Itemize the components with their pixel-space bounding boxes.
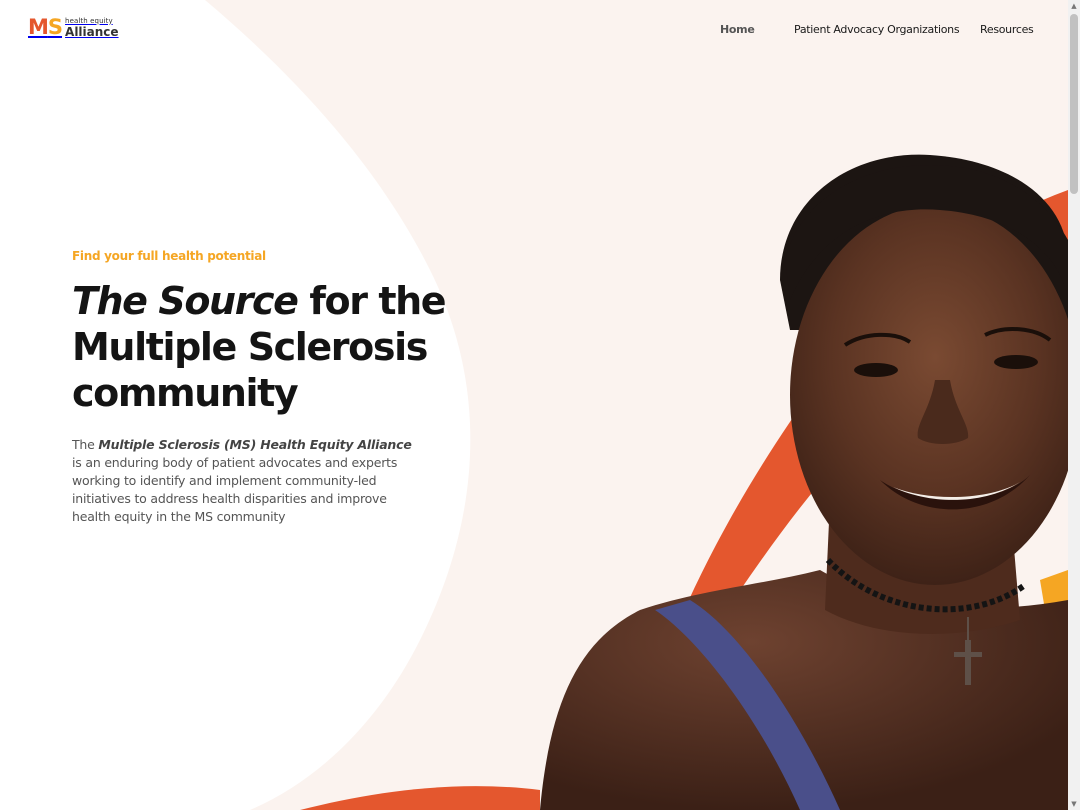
scroll-down-arrow-icon[interactable]: ▼ bbox=[1068, 798, 1080, 810]
nav-home-link[interactable]: Home bbox=[720, 23, 755, 36]
headline-line1-rest: for the bbox=[297, 279, 446, 323]
nav-patient-advocacy-link[interactable]: Patient Advocacy Organizations bbox=[794, 23, 960, 36]
main-nav: Home Patient Advocacy Organizations Reso… bbox=[0, 23, 1068, 39]
site-header: MS health equity Alliance Home Patient A… bbox=[0, 0, 1068, 60]
scroll-up-arrow-icon[interactable]: ▲ bbox=[1068, 0, 1080, 12]
nav-resources-link[interactable]: Resources bbox=[980, 23, 1034, 36]
hero-eyebrow: Find your full health potential bbox=[72, 249, 266, 263]
headline-line3: community bbox=[72, 371, 299, 415]
scrollbar-thumb[interactable] bbox=[1070, 14, 1078, 194]
hero-headline: The Source for the Multiple Sclerosis comm… bbox=[72, 278, 452, 416]
hero-description: The Multiple Sclerosis (MS) Health Equit… bbox=[72, 436, 422, 526]
headline-emphasis: The Source bbox=[72, 279, 299, 323]
page-scrollbar[interactable]: ▲ ▼ bbox=[1068, 0, 1080, 810]
description-rest: is an enduring body of patient advocates… bbox=[72, 455, 398, 524]
page: MS health equity Alliance Home Patient A… bbox=[0, 0, 1080, 810]
description-emphasis: Multiple Sclerosis (MS) Health Equity Al… bbox=[98, 437, 412, 452]
headline-line2: Multiple Sclerosis bbox=[72, 325, 428, 369]
description-prefix: The bbox=[72, 437, 99, 452]
